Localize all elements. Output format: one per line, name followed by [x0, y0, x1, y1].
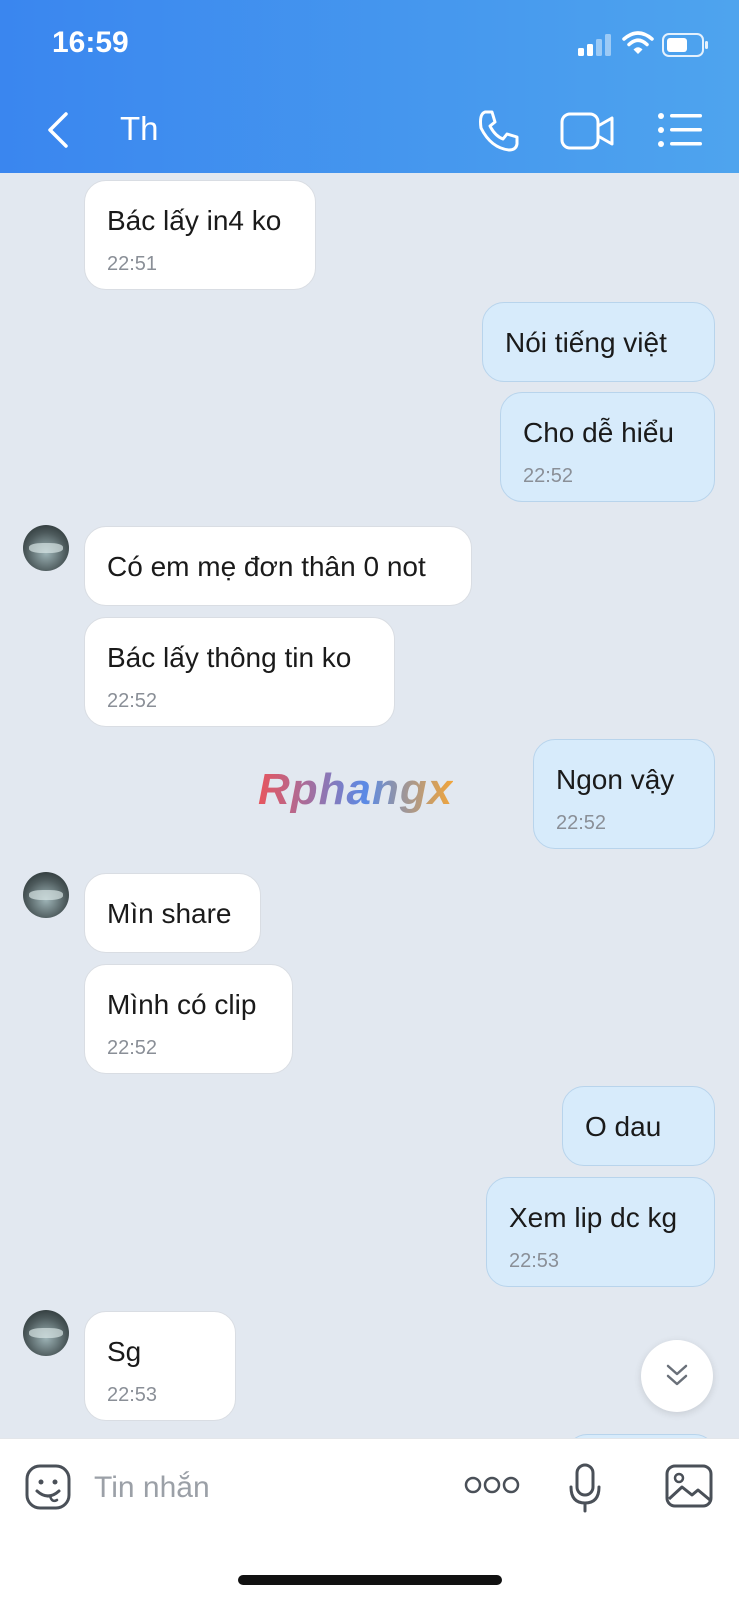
outgoing-message[interactable]: Ngon vậy 22:52 — [533, 739, 715, 849]
status-time: 16:59 — [52, 26, 129, 59]
message-time: 22:52 — [107, 1037, 158, 1059]
message-time: 22:52 — [556, 812, 607, 834]
image-picker-button[interactable] — [664, 1463, 714, 1509]
message-composer — [0, 1438, 739, 1601]
outgoing-message[interactable]: O dau — [562, 1086, 715, 1166]
back-button[interactable] — [40, 108, 80, 152]
message-time: 22:51 — [107, 253, 158, 275]
phone-call-button[interactable] — [475, 108, 521, 154]
message-text: O dau — [585, 1111, 662, 1142]
message-time: 22:53 — [107, 1384, 158, 1406]
video-call-button[interactable] — [560, 110, 616, 152]
message-text: Nói tiếng việt — [505, 327, 667, 358]
incoming-message[interactable]: Mình có clip 22:52 — [84, 964, 293, 1074]
battery-icon — [662, 33, 708, 57]
message-text: Bác lấy in4 ko — [107, 205, 282, 236]
scroll-to-bottom-button[interactable] — [641, 1340, 713, 1412]
contact-name: Th — [120, 110, 159, 147]
message-text: Cho dễ hiểu — [523, 417, 675, 448]
message-time: 22:53 — [509, 1250, 560, 1272]
message-text: Ngon vậy — [556, 764, 675, 795]
microphone-button[interactable] — [568, 1463, 602, 1513]
message-list[interactable]: Bác lấy in4 ko 22:51 Nói tiếng việt Cho … — [0, 173, 739, 1438]
incoming-message[interactable]: Bác lấy thông tin ko 22:52 — [84, 617, 395, 727]
outgoing-message[interactable]: Cho dễ hiểu 22:52 — [500, 392, 715, 502]
chat-header: 16:59 Th — [0, 0, 739, 173]
message-input[interactable] — [92, 1465, 426, 1511]
message-text: Xem lip dc kg — [509, 1202, 678, 1233]
watermark-logo: Rphangx — [258, 765, 454, 814]
incoming-message[interactable]: Sg 22:53 — [84, 1311, 236, 1421]
incoming-message[interactable]: Có em mẹ đơn thân 0 not — [84, 526, 472, 606]
outgoing-message[interactable]: Xem lip dc kg 22:53 — [486, 1177, 715, 1287]
message-time: 22:52 — [107, 690, 158, 712]
sticker-button[interactable] — [24, 1463, 72, 1511]
incoming-message[interactable]: Bác lấy in4 ko 22:51 — [84, 180, 316, 290]
home-indicator — [238, 1575, 502, 1585]
outgoing-message[interactable]: Nói tiếng việt — [482, 302, 715, 382]
more-options-button[interactable] — [464, 1473, 520, 1497]
contact-avatar[interactable] — [23, 525, 69, 571]
message-text: Có em mẹ đơn thân 0 not — [107, 551, 426, 582]
contact-avatar[interactable] — [23, 872, 69, 918]
chat-options-button[interactable] — [656, 110, 704, 150]
wifi-icon — [622, 31, 654, 54]
cellular-signal-icon — [578, 34, 611, 56]
message-text: Bác lấy thông tin ko — [107, 642, 352, 673]
message-text: Mìn share — [107, 898, 232, 929]
contact-avatar[interactable] — [23, 1310, 69, 1356]
double-chevron-down-icon — [666, 1364, 688, 1386]
message-text: Sg — [107, 1336, 142, 1367]
incoming-message[interactable]: Mìn share — [84, 873, 261, 953]
message-text: Mình có clip — [107, 989, 257, 1020]
message-time: 22:52 — [523, 465, 574, 487]
